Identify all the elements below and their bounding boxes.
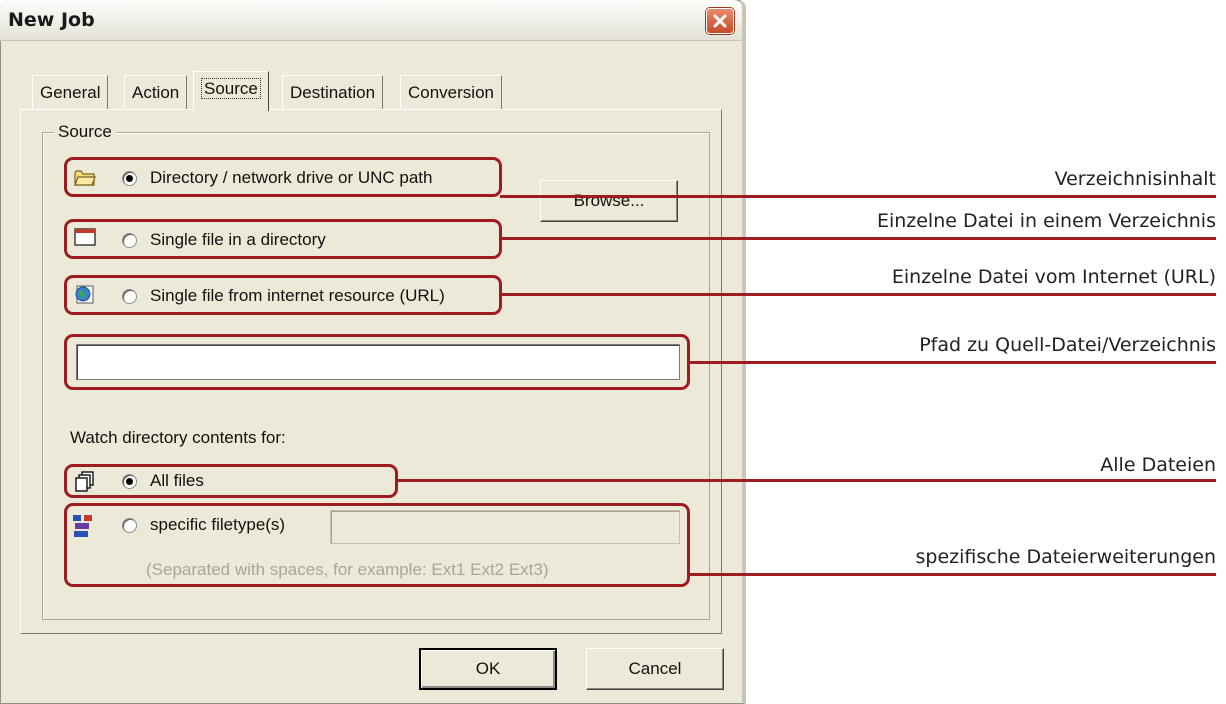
connector-line-3 [500,293,1216,296]
window-title: New Job [8,9,95,31]
tab-conversion[interactable]: Conversion [400,75,502,109]
highlight-all-files [64,464,398,498]
annotation-single-file: Einzelne Datei in einem Verzeichnis [876,210,1216,232]
highlight-filetypes [64,503,690,587]
connector-line-6 [688,573,1216,576]
watch-label: Watch directory contents for: [70,428,286,447]
connector-line-1 [500,195,1216,198]
tab-general[interactable]: General [32,75,109,109]
tab-source[interactable]: Source [193,71,269,111]
annotation-filetypes: spezifische Dateierweiterungen [915,546,1216,568]
highlight-single-file [64,219,502,259]
connector-line-4 [688,361,1216,364]
annotation-path: Pfad zu Quell-Datei/Verzeichnis [919,334,1216,356]
close-button[interactable] [706,8,734,34]
browse-button[interactable]: Browse... [540,180,678,222]
cancel-button[interactable]: Cancel [586,648,724,690]
connector-line-2 [500,237,1216,240]
highlight-directory [64,157,502,197]
highlight-path [64,334,690,390]
tab-destination[interactable]: Destination [282,75,384,109]
tab-action[interactable]: Action [124,75,188,109]
close-icon [713,14,727,28]
ok-button[interactable]: OK [419,648,557,690]
source-group-label: Source [54,122,116,142]
connector-line-5 [396,479,1216,482]
highlight-url [64,275,502,315]
annotation-directory: Verzeichnisinhalt [1054,168,1216,190]
annotation-url: Einzelne Datei vom Internet (URL) [891,266,1216,288]
annotation-all-files: Alle Dateien [1100,454,1216,476]
title-bar[interactable] [0,0,742,41]
